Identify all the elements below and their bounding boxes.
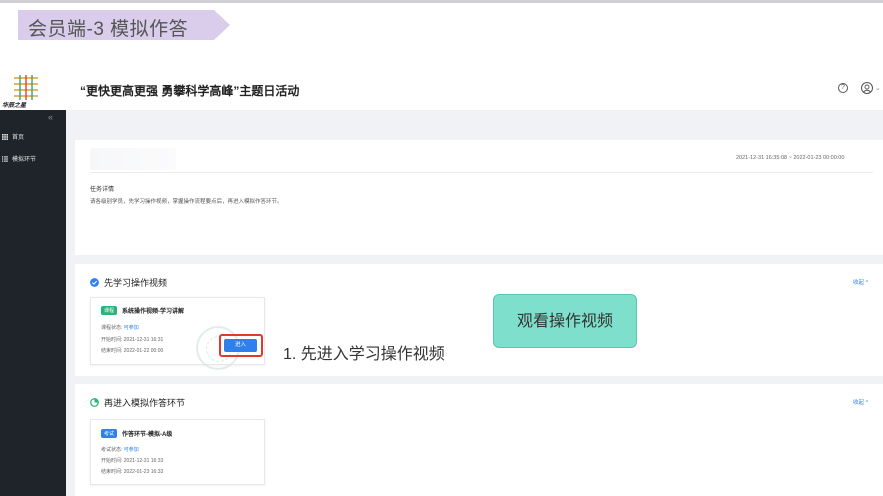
- section-exam-collapse[interactable]: 收起 ^: [853, 398, 868, 406]
- course-start-time: 开始时间: 2021-12-31 16:31: [101, 337, 164, 343]
- annotation-step-text: 1. 先进入学习操作视频: [283, 346, 445, 363]
- task-detail-text: 请各级别学员，先学习操作视频，掌握操作流程要点后，再进入模拟作答环节。: [90, 199, 283, 205]
- exam-end-time: 结束时间: 2022-01-23 16:33: [101, 469, 164, 475]
- logo-icon: [14, 75, 38, 100]
- section-learn-title: 先学习操作视频: [90, 276, 167, 289]
- exam-tag: 考试: [101, 429, 118, 438]
- banner-title: 会员端-3 模拟作答: [28, 19, 189, 40]
- highlight-frame: [219, 334, 263, 357]
- task-date-range: 2021-12-31 16:35:08 ~ 2022-01-23 00:00:0…: [736, 155, 845, 161]
- course-name: 系统操作视频-学习讲解: [122, 309, 184, 315]
- chevron-down-icon[interactable]: ⌄: [875, 84, 881, 92]
- sidebar-item-simulation[interactable]: 模拟环节: [2, 154, 36, 163]
- task-title-blurred: [90, 148, 176, 170]
- section-title-text: 再进入模拟作答环节: [104, 398, 186, 408]
- list-icon: [2, 155, 8, 162]
- breadcrumb: [72, 118, 192, 130]
- course-end-time: 结束时间: 2022-01-22 00:00: [101, 348, 164, 354]
- user-avatar-icon[interactable]: [861, 82, 873, 94]
- page-title: “更快更高更强 勇攀科学高峰”主题日活动: [80, 84, 300, 98]
- section-learn-collapse[interactable]: 收起 ^: [853, 278, 868, 286]
- section-exam-title: 再进入模拟作答环节: [90, 396, 185, 409]
- sidebar-item-home[interactable]: 首页: [2, 132, 24, 141]
- divider: [90, 172, 873, 173]
- sidebar-item-label: 模拟环节: [12, 157, 37, 163]
- course-status: 课程状态: 可参加: [101, 325, 139, 331]
- exam-start-time: 开始时间: 2021-12-31 16:33: [101, 458, 164, 464]
- check-circle-icon: [90, 278, 99, 287]
- sidebar: « 首页 模拟环节: [0, 110, 66, 496]
- top-border: [0, 0, 883, 3]
- slide-banner: 会员端-3 模拟作答: [18, 10, 230, 40]
- section-title-text: 先学习操作视频: [104, 278, 168, 288]
- exam-status: 考试状态: 可参加: [101, 447, 139, 453]
- help-circle-icon[interactable]: ?: [838, 83, 848, 93]
- annotation-bubble: 观看操作视频: [493, 294, 637, 348]
- progress-circle-icon: [90, 398, 99, 407]
- exam-name: 作答环节-模拟-A级: [122, 432, 173, 438]
- grid-icon: [2, 133, 8, 140]
- logo-text: 华辰之星: [2, 103, 27, 109]
- sidebar-collapse-icon[interactable]: «: [48, 112, 53, 122]
- task-detail-label: 任务详情: [90, 187, 115, 193]
- course-tag: 课程: [101, 306, 118, 315]
- sidebar-item-label: 首页: [12, 135, 25, 141]
